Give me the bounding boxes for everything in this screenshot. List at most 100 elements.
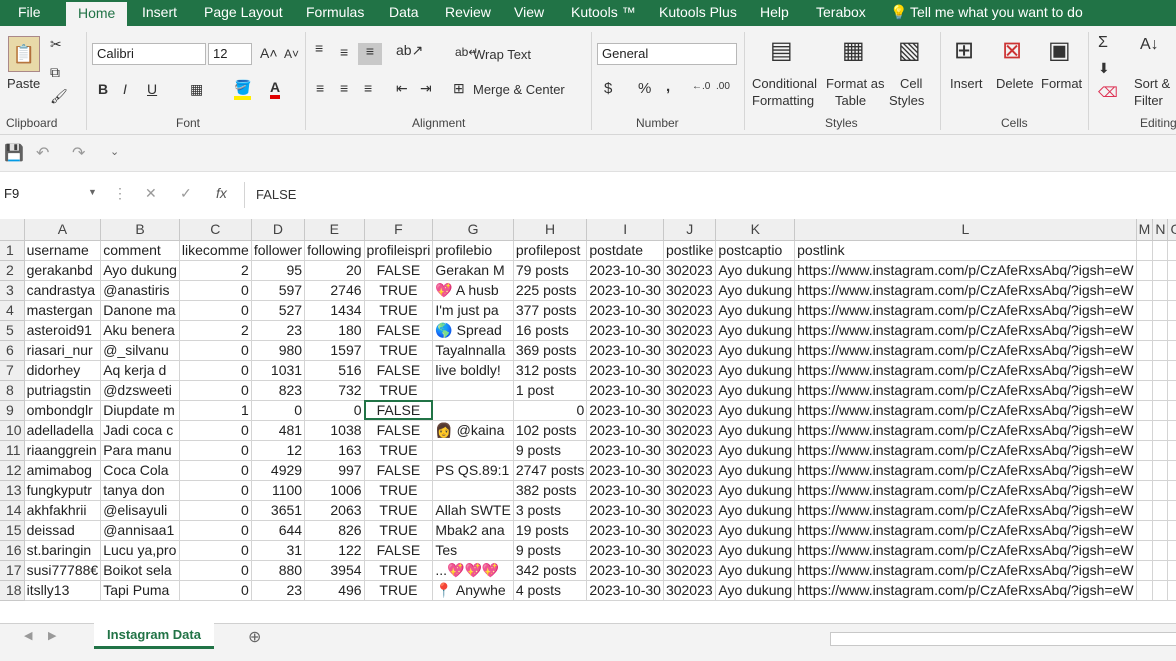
cell-d8[interactable]: 823 [251, 380, 306, 401]
cell-a12[interactable]: amimabog [24, 460, 102, 481]
cell-m3[interactable] [1136, 280, 1154, 301]
increase-font-icon[interactable]: A˄ [260, 45, 278, 61]
cell-i13[interactable]: 2023-10-30 [586, 480, 664, 501]
increase-decimal-icon[interactable]: ←.0 [692, 81, 710, 92]
cell-d10[interactable]: 481 [251, 420, 306, 441]
cell-d12[interactable]: 4929 [251, 460, 306, 481]
row-header[interactable]: 9 [0, 400, 25, 421]
align-bottom-icon[interactable]: ≡ [358, 43, 382, 65]
cell-f1[interactable]: profileispri [364, 240, 434, 261]
save-icon[interactable]: 💾 [4, 143, 24, 163]
cell-e3[interactable]: 2746 [304, 280, 365, 301]
cell-o4[interactable] [1167, 300, 1176, 321]
cell-g7[interactable]: live boldly! [432, 360, 514, 381]
cell-e13[interactable]: 1006 [304, 480, 365, 501]
cell-i14[interactable]: 2023-10-30 [586, 500, 664, 521]
prev-sheet-icon[interactable]: ◀ [24, 629, 32, 642]
cell-h17[interactable]: 342 posts [513, 560, 588, 581]
cell-l10[interactable]: https://www.instagram.com/p/CzAfeRxsAbq/… [794, 420, 1137, 441]
tab-kutools[interactable]: Kutools ™ [571, 0, 636, 26]
cell-i12[interactable]: 2023-10-30 [586, 460, 664, 481]
font-name-select[interactable]: Calibri [92, 43, 206, 65]
cell-b13[interactable]: tanya don [100, 480, 180, 501]
cell-f17[interactable]: TRUE [364, 560, 434, 581]
cell-n18[interactable] [1152, 580, 1169, 601]
insert-cells-button[interactable]: Insert [950, 76, 983, 91]
cell-b16[interactable]: Lucu ya,pro [100, 540, 180, 561]
cell-i3[interactable]: 2023-10-30 [586, 280, 664, 301]
cell-a16[interactable]: st.baringin [24, 540, 102, 561]
cell-l6[interactable]: https://www.instagram.com/p/CzAfeRxsAbq/… [794, 340, 1137, 361]
cell-i4[interactable]: 2023-10-30 [586, 300, 664, 321]
cell-i10[interactable]: 2023-10-30 [586, 420, 664, 441]
cell-j5[interactable]: 302023 [663, 320, 717, 341]
format-as-table-label[interactable]: Format as [826, 76, 885, 91]
align-left-icon[interactable]: ≡ [316, 80, 324, 96]
cell-e10[interactable]: 1038 [304, 420, 365, 441]
cell-b15[interactable]: @annisaa1 [100, 520, 180, 541]
enter-icon[interactable]: ✓ [180, 185, 192, 202]
row-header[interactable]: 3 [0, 280, 25, 301]
cell-h1[interactable]: profilepost [513, 240, 588, 261]
cell-o8[interactable] [1167, 380, 1176, 401]
cell-f14[interactable]: TRUE [364, 500, 434, 521]
cell-h11[interactable]: 9 posts [513, 440, 588, 461]
cell-g10[interactable]: 👩 @kaina [432, 420, 514, 441]
cell-k7[interactable]: Ayo dukung [715, 360, 796, 381]
clear-icon[interactable]: ⌫ [1098, 84, 1118, 101]
cell-b3[interactable]: @anastiris [100, 280, 180, 301]
decrease-indent-icon[interactable]: ⇤ [396, 80, 408, 97]
cell-h16[interactable]: 9 posts [513, 540, 588, 561]
cell-j16[interactable]: 302023 [663, 540, 717, 561]
font-size-select[interactable]: 12 [208, 43, 252, 65]
cell-m11[interactable] [1136, 440, 1154, 461]
cell-d14[interactable]: 3651 [251, 500, 306, 521]
cell-h14[interactable]: 3 posts [513, 500, 588, 521]
row-header[interactable]: 17 [0, 560, 25, 581]
cell-e12[interactable]: 997 [304, 460, 365, 481]
cell-i17[interactable]: 2023-10-30 [586, 560, 664, 581]
cell-a6[interactable]: riasari_nur [24, 340, 102, 361]
cell-c5[interactable]: 2 [179, 320, 252, 341]
cell-m2[interactable] [1136, 260, 1154, 281]
cell-k13[interactable]: Ayo dukung [715, 480, 796, 501]
cell-n4[interactable] [1152, 300, 1169, 321]
cell-d11[interactable]: 12 [251, 440, 306, 461]
column-header-d[interactable]: D [251, 219, 306, 241]
cell-o1[interactable] [1167, 240, 1176, 261]
cell-l9[interactable]: https://www.instagram.com/p/CzAfeRxsAbq/… [794, 400, 1137, 421]
row-header[interactable]: 12 [0, 460, 25, 481]
cell-f6[interactable]: TRUE [364, 340, 434, 361]
fill-color-icon[interactable]: 🪣 [234, 79, 252, 100]
fill-icon[interactable]: ⬇ [1098, 60, 1110, 77]
number-format-select[interactable]: General [597, 43, 737, 65]
cell-a13[interactable]: fungkyputr [24, 480, 102, 501]
align-middle-icon[interactable]: ≡ [340, 44, 348, 60]
cell-c17[interactable]: 0 [179, 560, 252, 581]
column-header-i[interactable]: I [586, 219, 664, 241]
cell-n8[interactable] [1152, 380, 1169, 401]
cell-j3[interactable]: 302023 [663, 280, 717, 301]
tab-review[interactable]: Review [445, 0, 491, 26]
cell-n14[interactable] [1152, 500, 1169, 521]
cell-l16[interactable]: https://www.instagram.com/p/CzAfeRxsAbq/… [794, 540, 1137, 561]
cell-g6[interactable]: Tayalnnalla [432, 340, 514, 361]
tab-help[interactable]: Help [760, 0, 789, 26]
cut-icon[interactable]: ✂ [50, 36, 62, 53]
cell-j17[interactable]: 302023 [663, 560, 717, 581]
column-header-g[interactable]: G [432, 219, 514, 241]
decrease-decimal-icon[interactable]: .00 [716, 81, 730, 92]
tab-kutools-plus[interactable]: Kutools Plus [659, 0, 737, 26]
format-painter-icon[interactable]: 🖌 [50, 88, 68, 105]
cell-h18[interactable]: 4 posts [513, 580, 588, 601]
cell-e5[interactable]: 180 [304, 320, 365, 341]
row-header[interactable]: 13 [0, 480, 25, 501]
cell-n9[interactable] [1152, 400, 1169, 421]
formula-input[interactable]: FALSE [256, 187, 296, 202]
cell-k8[interactable]: Ayo dukung [715, 380, 796, 401]
cell-o9[interactable] [1167, 400, 1176, 421]
cell-b7[interactable]: Aq kerja d [100, 360, 180, 381]
next-sheet-icon[interactable]: ▶ [48, 629, 56, 642]
delete-cells-button[interactable]: Delete [996, 76, 1034, 91]
undo-icon[interactable]: ↶ [36, 143, 49, 163]
